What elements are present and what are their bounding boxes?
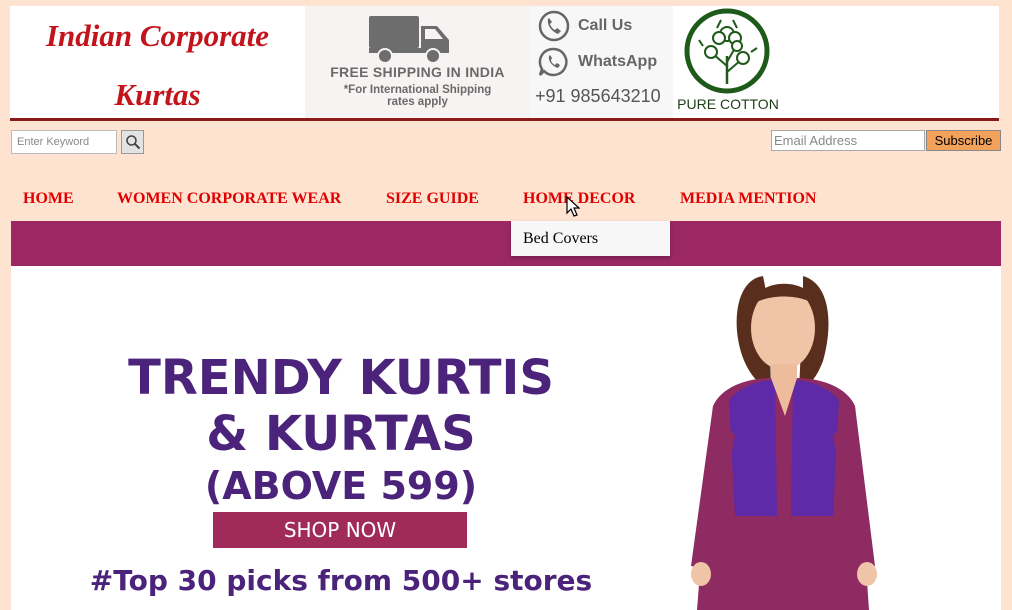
nav-women-corporate-wear[interactable]: WOMEN CORPORATE WEAR: [117, 190, 341, 208]
search-icon: [125, 135, 140, 150]
mouse-pointer-icon: [566, 196, 580, 217]
search-button[interactable]: [121, 130, 144, 154]
search-input[interactable]: Enter Keyword: [11, 130, 117, 154]
pure-cotton-label: PURE COTTON: [677, 96, 779, 112]
contact-block: Call Us WhatsApp +91 985643210: [530, 6, 673, 118]
pure-cotton-badge: PURE COTTON: [673, 6, 823, 118]
home-decor-dropdown: Bed Covers: [511, 221, 670, 256]
phone-number[interactable]: +91 985643210: [535, 86, 661, 107]
shipping-note: *For International Shipping rates apply: [305, 84, 530, 108]
call-row[interactable]: Call Us: [536, 10, 632, 42]
truck-icon: [369, 16, 449, 64]
nav-bar-strip: [11, 221, 1001, 266]
dropdown-item-bed-covers[interactable]: Bed Covers: [523, 230, 598, 248]
phone-icon: [538, 10, 570, 42]
whatsapp-icon: [538, 47, 568, 77]
hero-banner[interactable]: TRENDY KURTIS & KURTAS (ABOVE 599) SHOP …: [11, 266, 1001, 610]
nav-home[interactable]: HOME: [23, 190, 74, 208]
shop-now-button[interactable]: SHOP NOW: [213, 512, 467, 548]
site-header: Indian Corporate Kurtas FREE SHIPPING IN…: [10, 6, 999, 118]
cotton-flower-icon: [684, 8, 770, 94]
free-shipping-banner: FREE SHIPPING IN INDIA *For Internationa…: [305, 6, 530, 118]
shipping-title: FREE SHIPPING IN INDIA: [330, 64, 505, 80]
email-field[interactable]: Email Address: [771, 130, 925, 151]
banner-price-line: (ABOVE 599): [204, 464, 478, 508]
brand-logo[interactable]: Indian Corporate Kurtas: [10, 6, 305, 118]
shipping-note-line-2: rates apply: [387, 96, 448, 108]
whatsapp-row[interactable]: WhatsApp: [536, 46, 657, 78]
banner-headline-1: TRENDY KURTIS: [128, 350, 554, 406]
banner-headline-2: & KURTAS: [206, 406, 476, 462]
shipping-note-line-1: *For International Shipping: [343, 84, 492, 96]
subscribe-button[interactable]: Subscribe: [926, 130, 1001, 151]
header-divider: [10, 118, 999, 121]
brand-line-2: Kurtas: [114, 77, 201, 112]
nav-media-mention[interactable]: MEDIA MENTION: [680, 190, 816, 208]
whatsapp-label: WhatsApp: [578, 53, 658, 70]
brand-line-1: Indian Corporate: [45, 18, 270, 53]
nav-size-guide[interactable]: SIZE GUIDE: [386, 190, 479, 208]
banner-tagline: #Top 30 picks from 500+ stores: [89, 564, 593, 597]
call-us-label: Call Us: [578, 17, 633, 34]
model-image: [643, 266, 928, 610]
